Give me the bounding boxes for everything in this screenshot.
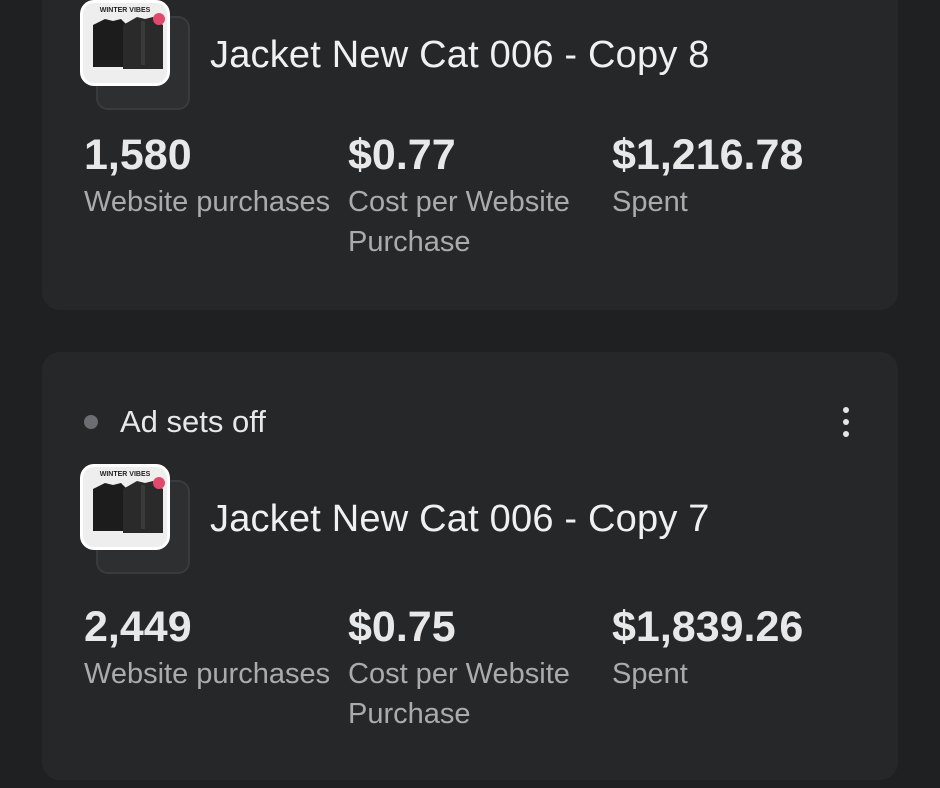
metric-website-purchases: 1,580 Website purchases	[84, 132, 348, 262]
metric-label: Spent	[612, 658, 688, 690]
more-vertical-icon	[843, 407, 849, 413]
ad-metrics: 2,449 Website purchases $0.75 Cost per W…	[84, 604, 876, 734]
metric-value: 2,449	[84, 603, 192, 651]
metric-value: $0.75	[348, 603, 456, 651]
metric-label: Website purchases	[84, 186, 331, 218]
jacket-product-image: WINTER VIBES	[80, 0, 170, 86]
jacket-product-image: WINTER VIBES	[80, 464, 170, 550]
ad-thumbnail[interactable]: WINTER VIBES	[80, 464, 190, 574]
ad-card[interactable]: WINTER VIBES Jacket New Cat 006 - Copy 8…	[42, 0, 898, 310]
ad-thumbnail[interactable]: WINTER VIBES	[80, 0, 190, 110]
more-vertical-icon-dot	[843, 419, 849, 425]
metric-spent: $1,216.78 Spent	[612, 132, 876, 262]
metric-spent: $1,839.26 Spent	[612, 604, 876, 734]
more-options-button[interactable]	[834, 402, 858, 442]
metric-label: Spent	[612, 186, 688, 218]
ad-title[interactable]: Jacket New Cat 006 - Copy 7	[210, 498, 710, 541]
more-vertical-icon-dot	[843, 431, 849, 437]
ad-metrics: 1,580 Website purchases $0.77 Cost per W…	[84, 132, 876, 262]
metric-value: $0.77	[348, 131, 456, 179]
metric-cost-per-purchase: $0.75 Cost per Website Purchase	[348, 604, 612, 734]
metric-label: Website purchases	[84, 658, 331, 690]
status-dot-icon	[84, 415, 98, 429]
metric-value: $1,839.26	[612, 603, 804, 651]
ad-title[interactable]: Jacket New Cat 006 - Copy 8	[210, 34, 710, 77]
ad-card[interactable]: Ad sets off WINTER VIBES Jacket New Cat …	[42, 352, 898, 780]
metric-value: 1,580	[84, 131, 192, 179]
thumbnail-text: WINTER VIBES	[100, 471, 151, 478]
thumbnail-text: WINTER VIBES	[100, 7, 151, 14]
metric-cost-per-purchase: $0.77 Cost per Website Purchase	[348, 132, 612, 262]
ad-status-label: Ad sets off	[120, 404, 266, 439]
metric-label: Cost per Website Purchase	[348, 658, 570, 730]
ad-status-row: Ad sets off	[84, 402, 858, 442]
metric-value: $1,216.78	[612, 131, 804, 179]
ad-header[interactable]: WINTER VIBES Jacket New Cat 006 - Copy 7	[80, 464, 710, 574]
metric-label: Cost per Website Purchase	[348, 186, 570, 258]
ad-header[interactable]: WINTER VIBES Jacket New Cat 006 - Copy 8	[80, 0, 710, 110]
metric-website-purchases: 2,449 Website purchases	[84, 604, 348, 734]
